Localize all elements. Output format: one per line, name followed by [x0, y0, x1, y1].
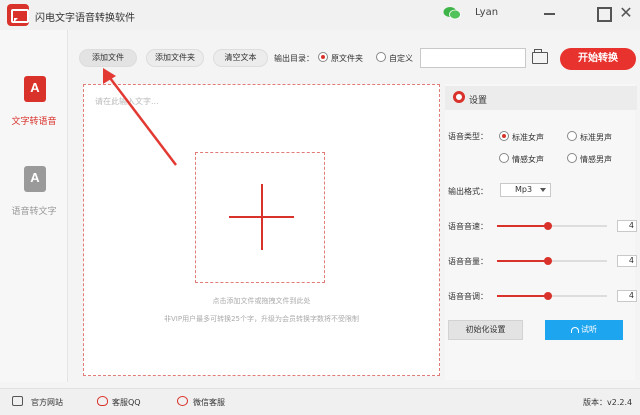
speed-slider[interactable] [497, 222, 607, 230]
sidebar: A 文字转语音 A 语音转文字 [0, 30, 68, 382]
voice-emotion-male-label[interactable]: 情感男声 [580, 154, 612, 165]
voice-emotion-female-radio[interactable] [499, 153, 509, 163]
voice-standard-female-label[interactable]: 标准女声 [512, 132, 544, 143]
user-name[interactable]: Lyan [475, 7, 498, 18]
listen-button[interactable]: 试听 [545, 320, 623, 340]
close-button[interactable]: ✕ [617, 5, 635, 21]
minimize-button[interactable] [541, 5, 559, 21]
website-link[interactable]: 官方网站 [31, 397, 63, 408]
qq-support-link[interactable]: 客服QQ [112, 397, 141, 408]
output-dir-label: 输出目录： [274, 54, 314, 63]
version-label: 版本：v2.2.4 [583, 398, 633, 407]
output-original-label[interactable]: 原文件夹 [331, 53, 363, 64]
voice-standard-female-radio[interactable] [499, 131, 509, 141]
text-placeholder: 请在此输入文字... [95, 97, 159, 106]
sidebar-item-text-to-speech[interactable]: A 文字转语音 [0, 70, 68, 150]
reset-settings-button[interactable]: 初始化设置 [448, 320, 523, 340]
settings-title: 设置 [469, 96, 488, 106]
speed-label: 语音音速： [448, 222, 488, 231]
voice-standard-male-radio[interactable] [567, 131, 577, 141]
speed-value[interactable]: 4 [617, 220, 637, 232]
add-folder-button[interactable]: 添加文件夹 [146, 49, 204, 67]
sidebar-item-label: 文字转语音 [11, 117, 57, 127]
text-to-speech-icon: A [24, 76, 46, 102]
volume-value[interactable]: 4 [617, 255, 637, 267]
gear-icon [453, 91, 465, 103]
vip-limit-hint: 非VIP用户最多可转换25个字，升级为会员转换字数将不受限制 [164, 315, 359, 323]
pitch-label: 语音音调： [448, 292, 488, 301]
pitch-value[interactable]: 4 [617, 290, 637, 302]
wechat-icon[interactable] [177, 396, 188, 406]
plus-icon-vertical [261, 184, 263, 250]
voice-emotion-female-label[interactable]: 情感女声 [512, 154, 544, 165]
volume-slider-fill [497, 260, 548, 262]
status-bar [0, 388, 640, 415]
volume-label: 语音音量： [448, 257, 488, 266]
add-file-hint: 点击添加文件或拖拽文件到此处 [212, 297, 311, 305]
sidebar-item-speech-to-text[interactable]: A 语音转文字 [0, 160, 68, 240]
speech-to-text-icon: A [24, 166, 46, 192]
voice-type-label: 语音类型： [448, 132, 488, 141]
pitch-slider-thumb[interactable] [543, 292, 552, 300]
app-title: 闪电文字语音转换软件 [35, 13, 135, 24]
chevron-down-icon[interactable] [540, 188, 546, 192]
speed-slider-fill [497, 225, 548, 227]
browse-folder-icon[interactable] [532, 49, 548, 64]
output-custom-label[interactable]: 自定义 [389, 53, 413, 64]
volume-slider-thumb[interactable] [543, 257, 552, 265]
website-icon[interactable] [12, 396, 23, 406]
speed-slider-thumb[interactable] [543, 222, 552, 230]
pitch-slider[interactable] [497, 292, 607, 300]
maximize-button[interactable] [594, 5, 612, 22]
voice-standard-male-label[interactable]: 标准男声 [580, 132, 612, 143]
headphone-icon [571, 327, 579, 333]
clear-text-button[interactable]: 清空文本 [213, 49, 268, 67]
output-path-input[interactable] [420, 48, 526, 68]
output-original-radio[interactable] [318, 52, 328, 62]
volume-slider[interactable] [497, 257, 607, 265]
voice-emotion-male-radio[interactable] [567, 153, 577, 163]
wechat-user-icon[interactable] [443, 6, 461, 20]
wechat-support-link[interactable]: 微信客服 [193, 397, 225, 408]
sidebar-item-label: 语音转文字 [11, 207, 57, 217]
format-label: 输出格式： [448, 187, 488, 196]
app-logo-icon [7, 4, 29, 26]
output-custom-radio[interactable] [376, 52, 386, 62]
pitch-slider-fill [497, 295, 548, 297]
start-convert-button[interactable]: 开始转换 [560, 48, 636, 70]
listen-label: 试听 [581, 325, 597, 334]
add-file-button[interactable]: 添加文件 [79, 49, 137, 67]
qq-icon[interactable] [97, 396, 108, 406]
